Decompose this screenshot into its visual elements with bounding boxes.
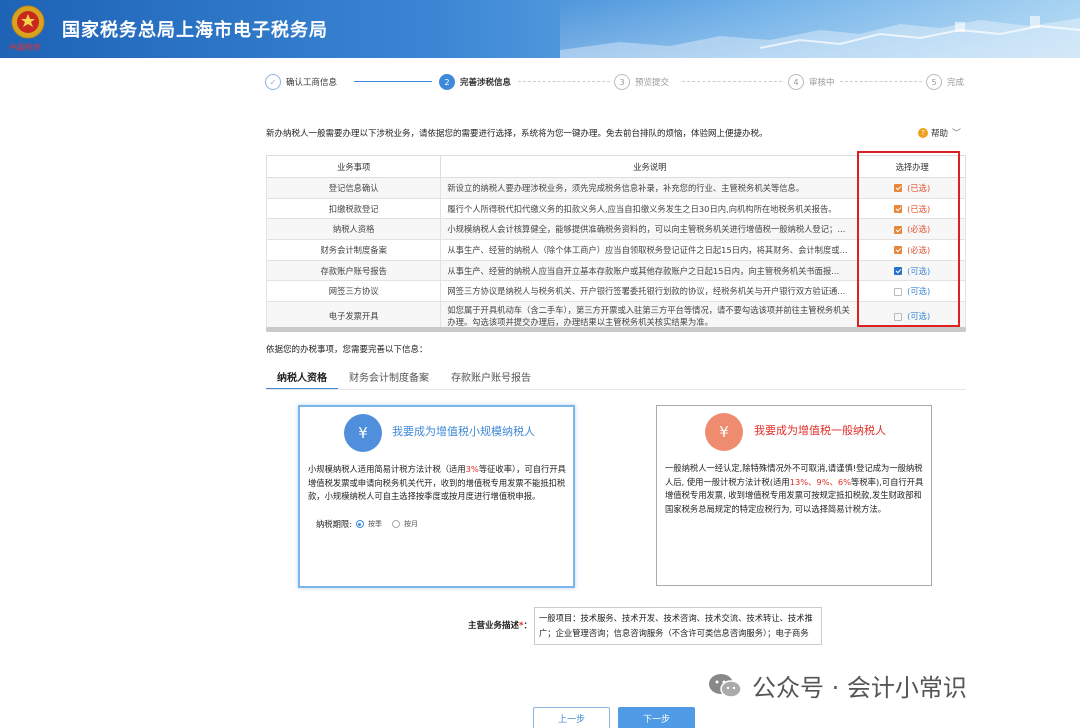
step-complete-tax-info: 2 完善涉税信息 [439, 72, 511, 92]
sub-intro-text: 依据您的办税事项，您需要完善以下信息： [266, 345, 428, 355]
row-item-desc: 新设立的纳税人要办理涉税业务，须先完成税务信息补录，补充您的行业、主管税务机关等… [440, 177, 860, 199]
row-item-name: 扣缴税款登记 [265, 197, 442, 220]
row-item-name: 登记信息确认 [265, 177, 442, 199]
card-title: 我要成为增值税小规模纳税人 [392, 425, 535, 438]
step-number: 2 [439, 74, 455, 90]
desc-part: 小规模纳税人适用简易计税方法计税（适用 [308, 464, 466, 474]
row-item-desc: 从事生产、经营的纳税人应当自开立基本存款账户或其他存款账户之日起15日内，向主管… [440, 259, 860, 282]
step-label: 完成 [947, 78, 965, 88]
card-title: 我要成为增值税一般纳税人 [754, 424, 886, 437]
wechat-icon [709, 673, 742, 698]
small-scale-taxpayer-card[interactable]: ¥ 我要成为增值税小规模纳税人 小规模纳税人适用简易计税方法计税（适用3%等征收… [298, 405, 575, 588]
tax-period-selector: 纳税期限: 按季 按月 [316, 518, 424, 530]
emblem-text: 中国税务 [8, 43, 40, 52]
step-label: 预览提交 [635, 78, 670, 88]
card-description: 小规模纳税人适用简易计税方法计税（适用3%等征收率），可自行开具增值税发票或申请… [308, 463, 568, 504]
row-item-desc: 从事生产、经营的纳税人（除个体工商户）应当自领取税务登记证件之日起15日内，将其… [440, 239, 860, 261]
tab-accounting-system-filing[interactable]: 财务会计制度备案 [338, 366, 440, 390]
step-under-review: 4 审核中 [788, 72, 835, 92]
yen-document-icon: ¥ [705, 413, 743, 451]
row-item-desc: 小规模纳税人会计核算健全，能够提供准确税务资料的，可以向主管税务机关进行增值税一… [440, 218, 860, 241]
site-header: 中国税务 国家税务总局上海市电子税务局 [0, 0, 1080, 58]
step-label: 审核中 [809, 78, 835, 88]
business-desc-label: 主营业务描述*： [468, 619, 532, 631]
watermark: 公众号 · 会计小常识 [708, 668, 967, 703]
radio-monthly-label: 按月 [403, 520, 418, 528]
tab-taxpayer-qualification[interactable]: 纳税人资格 [266, 366, 338, 390]
step-label: 确认工商信息 [286, 78, 338, 88]
general-taxpayer-card[interactable]: ¥ 我要成为增值税一般纳税人 一般纳税人一经认定,除特殊情况外不可取消,请谨慎!… [656, 405, 932, 586]
highlight-box [857, 151, 960, 327]
tax-emblem-logo [8, 4, 48, 44]
step-connector [518, 81, 610, 82]
yen-document-icon: ¥ [344, 414, 382, 452]
step-connector [682, 81, 782, 82]
site-title: 国家税务总局上海市电子税务局 [62, 20, 328, 41]
watermark-text: 公众号 · 会计小常识 [752, 674, 967, 702]
label-colon: ： [523, 621, 532, 631]
label-text: 主营业务描述 [468, 621, 520, 631]
help-label: 帮助 [931, 128, 949, 139]
step-confirm-business-info: ✓ 确认工商信息 [265, 72, 337, 92]
row-item-desc: 履行个人所得税代扣代缴义务的扣款义务人,应当自扣缴义务发生之日30日内,向机构所… [440, 197, 860, 220]
tab-deposit-account-report[interactable]: 存款账户账号报告 [440, 366, 542, 390]
step-done: 5 完成 [926, 72, 964, 92]
step-number: 5 [926, 74, 942, 90]
step-number: 3 [614, 74, 630, 90]
help-link[interactable]: ? 帮助 ﹀ [918, 126, 961, 139]
desc-highlight: 13%、9%、6% [789, 476, 852, 487]
radio-quarterly[interactable] [355, 520, 364, 528]
period-label: 纳税期限: [316, 519, 352, 529]
tabs-divider [266, 389, 966, 390]
row-item-name: 纳税人资格 [265, 218, 442, 241]
desc-highlight: 3% [465, 464, 479, 474]
step-preview-submit: 3 预览提交 [614, 72, 669, 92]
header-banner-image [560, 0, 1080, 58]
radio-quarterly-label: 按季 [367, 520, 382, 528]
step-connector [840, 81, 922, 82]
step-label: 完善涉税信息 [460, 78, 512, 88]
intro-text: 新办纳税人一般需要办理以下涉税业务，请依据您的需要进行选择，系统将为您一键办理。… [266, 129, 768, 139]
row-item-name: 网签三方协议 [265, 280, 442, 303]
column-header: 业务说明 [440, 155, 860, 178]
progress-steps: ✓ 确认工商信息 2 完善涉税信息 3 预览提交 4 审核中 5 完成 [262, 72, 972, 94]
row-item-name: 财务会计制度备案 [265, 239, 442, 261]
business-desc-textarea[interactable]: 一般项目：技术服务、技术开发、技术咨询、技术交流、技术转让、技术推广；企业管理咨… [534, 607, 822, 645]
row-item-desc: 网签三方协议是纳税人与税务机关、开户银行签署委托银行划款的协议，经税务机关与开户… [440, 280, 860, 303]
radio-monthly[interactable] [391, 520, 400, 528]
card-description: 一般纳税人一经认定,除特殊情况外不可取消,请谨慎!登记成为一般纳税人后, 使用一… [665, 462, 925, 516]
step-number: 4 [788, 74, 804, 90]
horizontal-scrollbar[interactable] [266, 327, 966, 332]
help-icon: ? [918, 127, 928, 138]
check-icon: ✓ [265, 74, 281, 90]
step-connector [354, 81, 432, 82]
row-item-name: 存款账户账号报告 [265, 259, 442, 282]
chevron-down-icon: ﹀ [952, 129, 962, 139]
info-tabs: 纳税人资格 财务会计制度备案 存款账户账号报告 [266, 366, 542, 390]
next-step-button[interactable]: 下一步 [618, 707, 695, 728]
column-header: 业务事项 [265, 155, 442, 178]
prev-step-button[interactable]: 上一步 [533, 707, 610, 728]
